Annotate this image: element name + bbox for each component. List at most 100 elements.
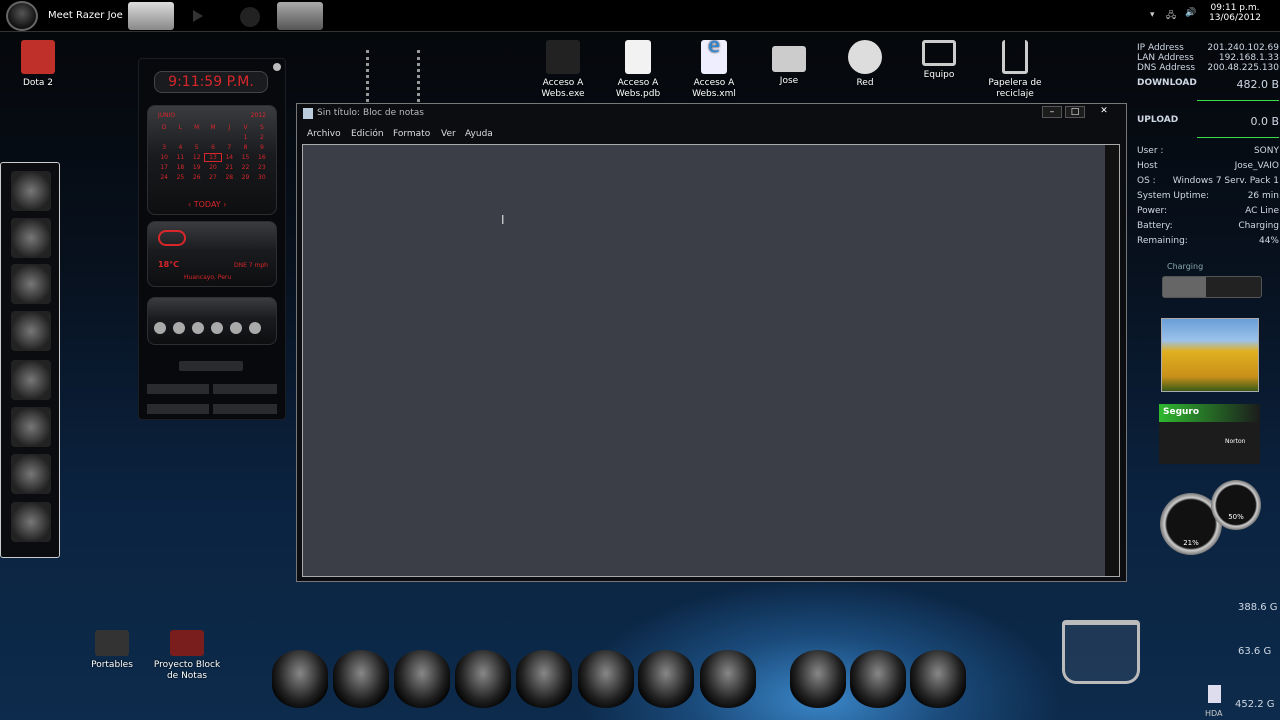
eject-button[interactable]	[154, 322, 166, 334]
desktop-icon-jose[interactable]: Jose	[754, 40, 824, 87]
calendar-day[interactable]: 27	[205, 174, 221, 181]
menu-edicion[interactable]: Edición	[351, 129, 384, 139]
start-orb[interactable]	[6, 1, 38, 31]
desktop-icon-red[interactable]: Red	[830, 40, 900, 89]
dock-app-icon[interactable]	[333, 650, 389, 708]
dock-app-icon[interactable]	[516, 650, 572, 708]
minimize-button[interactable]: –	[1042, 106, 1062, 118]
dock-app-icon[interactable]	[11, 360, 51, 400]
volume-icon[interactable]: 🔊	[1185, 8, 1196, 18]
dock-app-icon[interactable]	[394, 650, 450, 708]
taskbar-app-button[interactable]	[277, 2, 323, 30]
gadget-button[interactable]	[147, 404, 209, 414]
notepad-icon	[303, 108, 313, 119]
dock-app-icon[interactable]	[578, 650, 634, 708]
calendar-day[interactable]: 7	[221, 144, 237, 151]
calendar-day[interactable]: 8	[237, 144, 253, 151]
dock-app-icon[interactable]	[11, 502, 51, 542]
tray-arrow-icon[interactable]: ▾	[1150, 10, 1155, 20]
calendar-day[interactable]: 3	[156, 144, 172, 151]
desktop-icon-recycle-bin[interactable]: Papelera de reciclaje	[980, 40, 1050, 100]
calendar-day[interactable]: 24	[156, 174, 172, 181]
calendar-day[interactable]	[221, 134, 237, 141]
dock-app-icon[interactable]	[272, 650, 328, 708]
drive-icon[interactable]	[1208, 685, 1221, 703]
menu-ver[interactable]: Ver	[441, 129, 456, 139]
play-button[interactable]	[192, 322, 204, 334]
prev-button[interactable]	[173, 322, 185, 334]
calendar-day[interactable]: 1	[237, 134, 253, 141]
calendar-day[interactable]: 20	[205, 164, 221, 171]
dock-app-icon[interactable]	[11, 264, 51, 304]
recycle-bin-icon[interactable]	[1062, 620, 1140, 684]
maximize-button[interactable]: □	[1065, 106, 1085, 118]
desktop-icon-exe[interactable]: Acceso A Webs.exe	[528, 40, 598, 100]
calendar-day[interactable]: 2	[254, 134, 270, 141]
calendar-day[interactable]: 29	[237, 174, 253, 181]
today-button[interactable]: ‹ TODAY ›	[188, 200, 226, 209]
dock-app-icon[interactable]	[11, 218, 51, 258]
vertical-scrollbar[interactable]	[1105, 145, 1119, 576]
calendar-day[interactable]: 26	[189, 174, 205, 181]
menu-formato[interactable]: Formato	[393, 129, 430, 139]
calendar-day[interactable]: 19	[189, 164, 205, 171]
calendar-day[interactable]: 23	[254, 164, 270, 171]
dvd-icon[interactable]	[11, 454, 51, 494]
calendar-day[interactable]	[156, 134, 172, 141]
desktop-icon-dota2[interactable]: Dota 2	[3, 40, 73, 89]
taskbar-app-button[interactable]	[128, 2, 174, 30]
calendar-day[interactable]: 25	[172, 174, 188, 181]
clock[interactable]: 09:11 p.m. 13/06/2012	[1205, 3, 1265, 23]
dock-app-icon[interactable]	[910, 650, 966, 708]
calendar-day[interactable]: 14	[221, 154, 237, 161]
calendar-day[interactable]: 28	[221, 174, 237, 181]
dock-app-icon[interactable]	[11, 407, 51, 447]
gadget-button[interactable]	[213, 384, 277, 394]
dock-app-icon[interactable]	[638, 650, 694, 708]
calendar-day[interactable]: 10	[156, 154, 172, 161]
dock-app-icon[interactable]	[700, 650, 756, 708]
desktop-icon-xml[interactable]: e Acceso A Webs.xml	[679, 35, 749, 100]
gadget-button[interactable]	[179, 361, 243, 371]
desktop-icon-portables[interactable]: Portables	[77, 630, 147, 671]
calendar-day[interactable]: 18	[172, 164, 188, 171]
calendar-day[interactable]	[172, 134, 188, 141]
calendar-day[interactable]	[205, 134, 221, 141]
menu-archivo[interactable]: Archivo	[307, 129, 341, 139]
desktop-icon-proyecto[interactable]: Proyecto Block de Notas	[152, 630, 222, 682]
calendar-day[interactable]: 16	[254, 154, 270, 161]
dock-app-icon[interactable]	[11, 171, 51, 211]
desktop-icon-pdb[interactable]: Acceso A Webs.pdb	[603, 40, 673, 100]
network-icon[interactable]: 🖧	[1166, 8, 1176, 24]
app-icon[interactable]	[240, 7, 260, 27]
photo-slideshow[interactable]	[1161, 318, 1259, 392]
pause-button[interactable]	[211, 322, 223, 334]
desktop-icon-equipo[interactable]: Equipo	[904, 40, 974, 81]
calendar-day[interactable]: 5	[189, 144, 205, 151]
stop-button[interactable]	[230, 322, 242, 334]
dock-app-icon[interactable]	[11, 311, 51, 351]
calendar-day[interactable]: 21	[221, 164, 237, 171]
dock-app-icon[interactable]	[455, 650, 511, 708]
dock-app-icon[interactable]	[790, 650, 846, 708]
dock-app-icon[interactable]	[850, 650, 906, 708]
gadget-button[interactable]	[213, 404, 277, 414]
calendar-day[interactable]: 9	[254, 144, 270, 151]
calendar-day[interactable]: 12	[189, 154, 205, 161]
gadget-button[interactable]	[147, 384, 209, 394]
calendar-day[interactable]: 22	[237, 164, 253, 171]
next-button[interactable]	[249, 322, 261, 334]
menu-ayuda[interactable]: Ayuda	[465, 129, 493, 139]
calendar-day[interactable]: 11	[172, 154, 188, 161]
play-icon[interactable]	[193, 10, 203, 22]
calendar-day[interactable]: 30	[254, 174, 270, 181]
close-icon[interactable]	[273, 63, 281, 71]
calendar-day[interactable]	[189, 134, 205, 141]
calendar-day[interactable]: 6	[205, 144, 221, 151]
close-button[interactable]: ✕	[1089, 106, 1119, 118]
calendar-day[interactable]: 4	[172, 144, 188, 151]
calendar-day[interactable]: 15	[237, 154, 253, 161]
calendar-day[interactable]: 13	[203, 153, 223, 162]
calendar-day[interactable]: 17	[156, 164, 172, 171]
text-editor-area[interactable]: I	[302, 144, 1120, 577]
